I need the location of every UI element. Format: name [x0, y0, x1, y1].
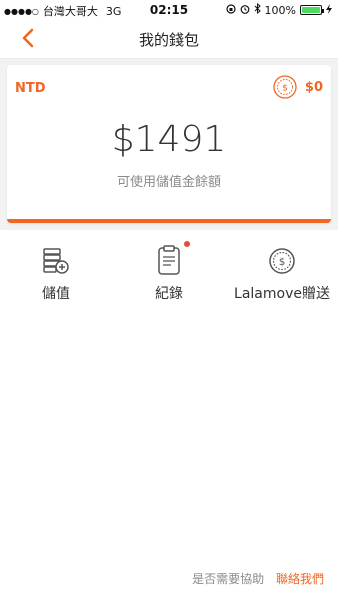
card-accent-bar [7, 219, 331, 223]
coin-icon: $ [273, 75, 297, 99]
lalamove-gift-button[interactable]: $ Lalamove贈送 [226, 238, 338, 303]
coin-amount: $0 [304, 79, 323, 95]
coin-gift-icon: $ [267, 243, 297, 277]
status-right: 100% [225, 2, 332, 17]
bluetooth-icon [254, 2, 261, 17]
top-up-icon [41, 243, 71, 277]
svg-text:$: $ [282, 84, 288, 94]
page-title: 我的錢包 [138, 31, 199, 49]
top-up-button[interactable]: 儲值 [0, 238, 112, 303]
status-bar: ●●●●○ 台灣大哥大 3G 02:15 100% [0, 0, 338, 20]
battery-percent: 100% [264, 3, 296, 17]
orientation-lock-icon [225, 3, 236, 17]
records-button[interactable]: 紀錄 [113, 238, 225, 303]
records-icon [154, 241, 190, 277]
top-up-label: 儲值 [42, 286, 70, 302]
svg-text:$: $ [279, 257, 285, 268]
wallet-actions: 儲值 紀錄 $ Lalamove贈送 [0, 238, 338, 318]
records-label: 紀錄 [155, 286, 183, 302]
wallet-card: NTD $ $0 $1491 可使用儲值金餘額 [7, 65, 331, 223]
help-question: 是否需要協助 [192, 572, 265, 586]
nav-bar: 我的錢包 [0, 20, 338, 59]
coin-balance[interactable]: $ $0 [273, 75, 323, 99]
charging-icon [326, 3, 332, 17]
currency-label: NTD [15, 81, 46, 96]
wallet-balance: $1491 [111, 119, 227, 160]
notification-badge [184, 241, 190, 247]
contact-us-link[interactable]: 聯絡我們 [276, 572, 324, 586]
wallet-card-area: NTD $ $0 $1491 可使用儲值金餘額 [0, 59, 338, 230]
help-footer: 是否需要協助 聯絡我們 [192, 570, 324, 587]
balance-label: 可使用儲值金餘額 [116, 175, 221, 190]
lalamove-gift-label: Lalamove贈送 [234, 286, 330, 302]
battery-icon [300, 5, 324, 15]
alarm-icon [240, 4, 250, 17]
